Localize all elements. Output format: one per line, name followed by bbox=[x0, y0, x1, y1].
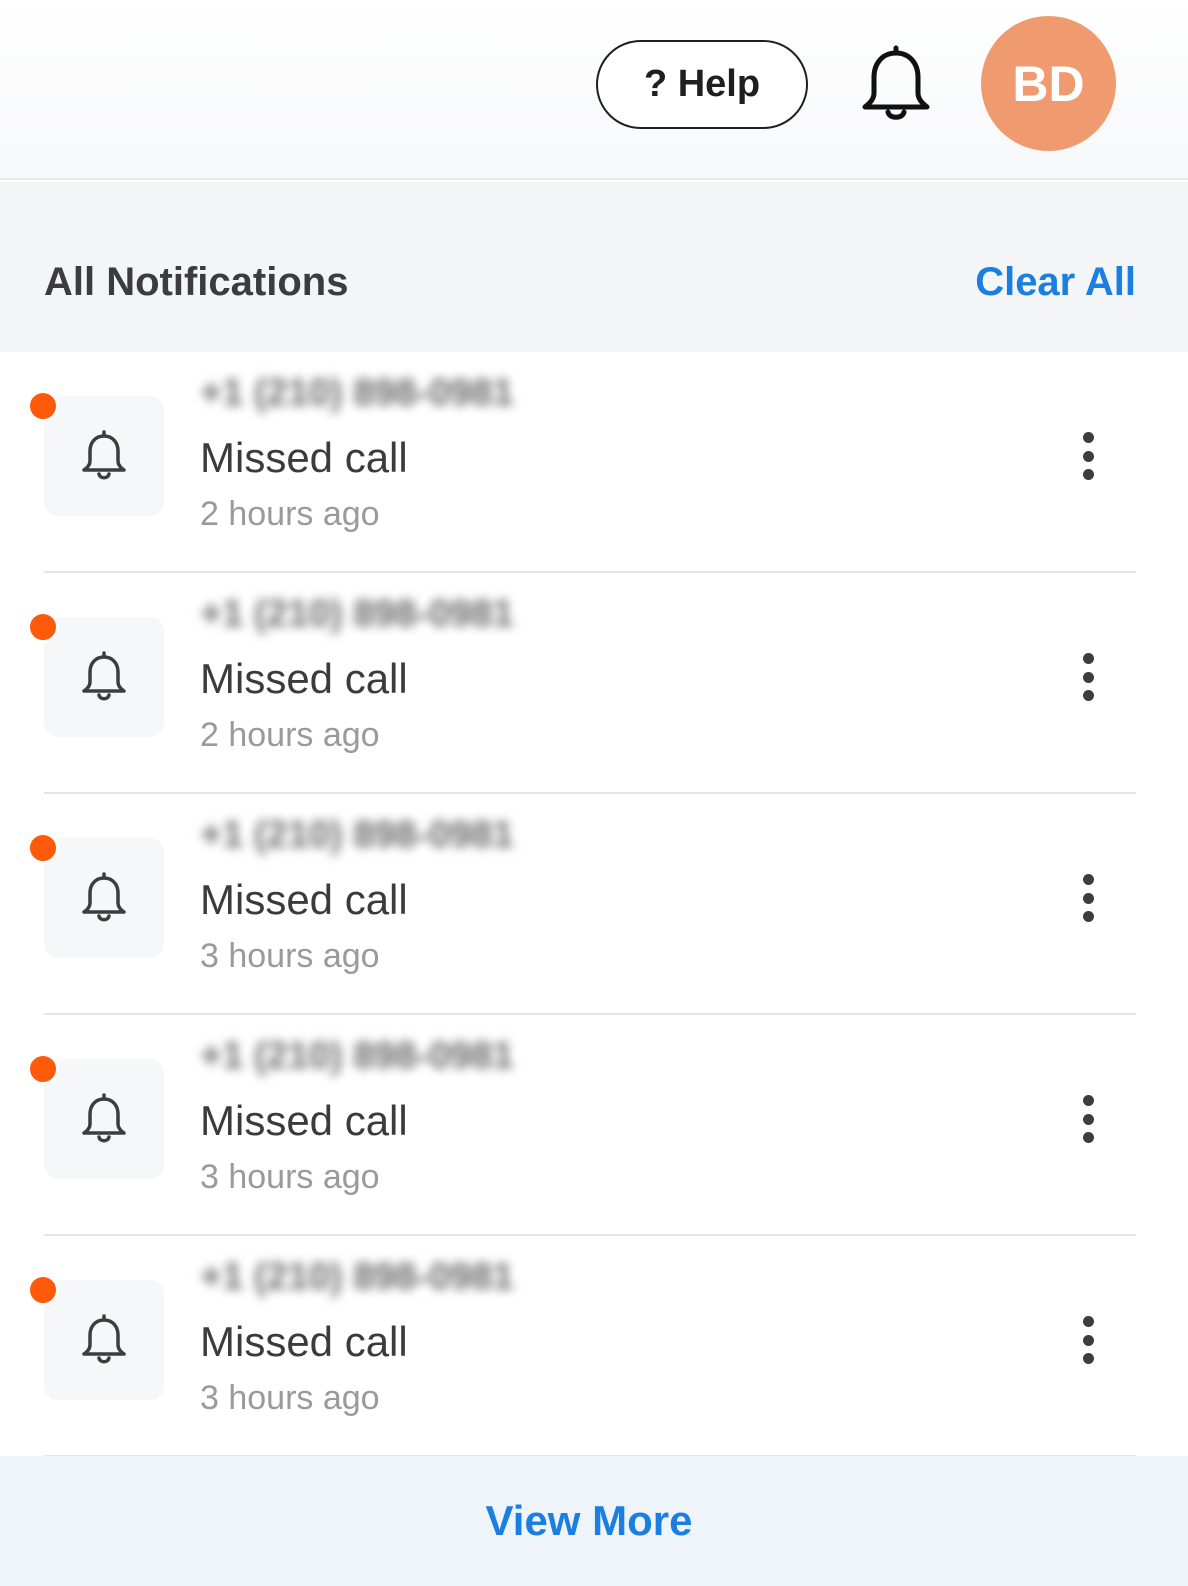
notification-time: 2 hours ago bbox=[200, 495, 380, 533]
notifications-header: All Notifications Clear All bbox=[0, 182, 1188, 352]
notification-title: Missed call bbox=[200, 1318, 408, 1365]
unread-dot bbox=[27, 1274, 59, 1306]
notifications-footer: View More bbox=[0, 1456, 1188, 1586]
bell-icon bbox=[82, 651, 126, 701]
bell-icon bbox=[82, 1093, 126, 1143]
caller-phone: +1 (210) 898-0981 bbox=[200, 372, 514, 414]
unread-dot bbox=[27, 390, 59, 422]
notification-title: Missed call bbox=[200, 434, 408, 481]
top-bar: ? Help BD bbox=[0, 0, 1188, 180]
view-more-button[interactable]: View More bbox=[486, 1497, 693, 1545]
caller-phone: +1 (210) 898-0981 bbox=[200, 593, 514, 635]
notification-icon-box bbox=[44, 1059, 164, 1179]
bell-icon[interactable] bbox=[858, 45, 934, 125]
notification-icon-box bbox=[44, 396, 164, 516]
unread-dot bbox=[27, 1053, 59, 1085]
more-options-icon[interactable] bbox=[1070, 870, 1106, 926]
caller-phone: +1 (210) 898-0981 bbox=[200, 1256, 514, 1298]
notification-title: Missed call bbox=[200, 1097, 408, 1144]
unread-dot bbox=[27, 611, 59, 643]
panel-title: All Notifications bbox=[44, 260, 349, 304]
notification-icon-box bbox=[44, 617, 164, 737]
more-options-icon[interactable] bbox=[1070, 1312, 1106, 1368]
bell-icon bbox=[82, 430, 126, 480]
avatar[interactable]: BD bbox=[981, 16, 1116, 151]
notification-time: 3 hours ago bbox=[200, 937, 380, 975]
help-button[interactable]: ? Help bbox=[596, 40, 808, 129]
bell-icon bbox=[82, 872, 126, 922]
notification-item[interactable]: +1 (210) 898-0981 Missed call 3 hours ag… bbox=[0, 1236, 1188, 1457]
more-options-icon[interactable] bbox=[1070, 1091, 1106, 1147]
notification-list: +1 (210) 898-0981 Missed call 2 hours ag… bbox=[0, 352, 1188, 1457]
notification-icon-box bbox=[44, 838, 164, 958]
notification-item[interactable]: +1 (210) 898-0981 Missed call 3 hours ag… bbox=[0, 794, 1188, 1015]
notification-icon-box bbox=[44, 1280, 164, 1400]
caller-phone: +1 (210) 898-0981 bbox=[200, 814, 514, 856]
more-options-icon[interactable] bbox=[1070, 649, 1106, 705]
caller-phone: +1 (210) 898-0981 bbox=[200, 1035, 514, 1077]
notification-item[interactable]: +1 (210) 898-0981 Missed call 2 hours ag… bbox=[0, 352, 1188, 573]
bell-icon bbox=[82, 1314, 126, 1364]
notification-item[interactable]: +1 (210) 898-0981 Missed call 2 hours ag… bbox=[0, 573, 1188, 794]
more-options-icon[interactable] bbox=[1070, 428, 1106, 484]
notification-item[interactable]: +1 (210) 898-0981 Missed call 3 hours ag… bbox=[0, 1015, 1188, 1236]
notification-time: 2 hours ago bbox=[200, 716, 380, 754]
clear-all-button[interactable]: Clear All bbox=[975, 260, 1136, 305]
notification-time: 3 hours ago bbox=[200, 1158, 380, 1196]
notification-title: Missed call bbox=[200, 876, 408, 923]
notification-time: 3 hours ago bbox=[200, 1379, 380, 1417]
notification-title: Missed call bbox=[200, 655, 408, 702]
unread-dot bbox=[27, 832, 59, 864]
